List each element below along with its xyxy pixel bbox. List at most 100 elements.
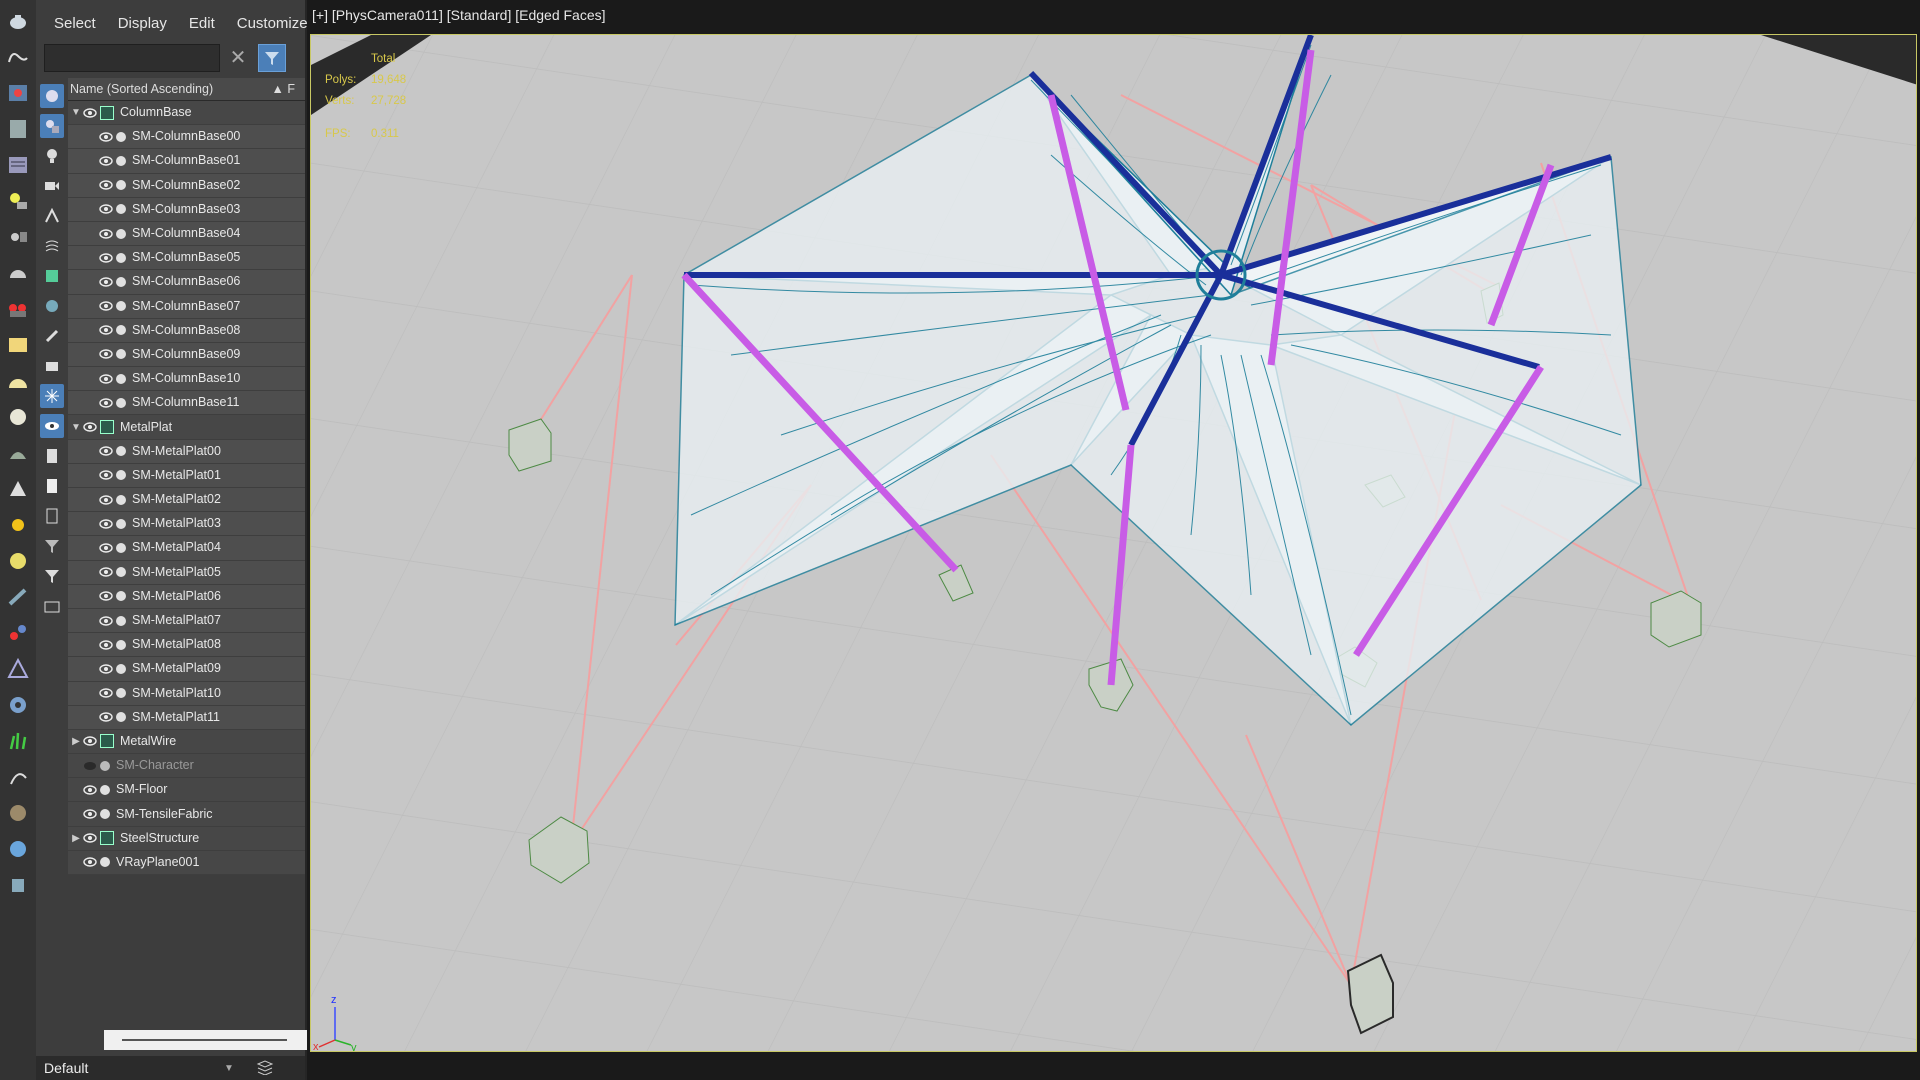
display-page-icon[interactable] <box>40 474 64 498</box>
teapot-icon[interactable] <box>3 6 33 36</box>
display-document-icon[interactable] <box>40 444 64 468</box>
tree-row-child[interactable]: SM-MetalPlat04 <box>68 536 305 561</box>
eye-icon[interactable] <box>98 228 114 240</box>
folder-icon[interactable] <box>40 594 64 618</box>
eye-icon[interactable] <box>98 711 114 723</box>
filter-icon[interactable] <box>258 44 286 72</box>
scene-explorer-icon[interactable] <box>3 150 33 180</box>
eye-icon[interactable] <box>82 107 98 119</box>
scroll-indicator[interactable] <box>122 1039 287 1041</box>
display-xrefs-icon[interactable] <box>40 294 64 318</box>
render-frame-icon[interactable] <box>3 78 33 108</box>
tree-row-child[interactable]: SM-ColumnBase03 <box>68 197 305 222</box>
gear-icon[interactable] <box>3 690 33 720</box>
clear-search-icon[interactable]: ✕ <box>226 46 250 70</box>
tree-row-child[interactable]: SM-MetalPlat00 <box>68 439 305 464</box>
eye-icon[interactable] <box>98 276 114 288</box>
tree-row-child[interactable]: SM-ColumnBase06 <box>68 270 305 295</box>
eye-icon[interactable] <box>82 856 98 868</box>
eye-icon[interactable] <box>98 300 114 312</box>
tree-row-child[interactable]: SM-ColumnBase05 <box>68 246 305 271</box>
tree-row[interactable]: SM-Floor <box>68 778 305 803</box>
eye-icon[interactable] <box>98 203 114 215</box>
display-cameras-icon[interactable] <box>40 174 64 198</box>
eye-icon[interactable] <box>82 735 98 747</box>
scene-render[interactable]: z x y <box>311 35 1917 1052</box>
tree-row-child[interactable]: SM-MetalPlat05 <box>68 560 305 585</box>
tree-row-child[interactable]: SM-MetalPlat10 <box>68 681 305 706</box>
menu-display[interactable]: Display <box>118 15 167 32</box>
eye-icon[interactable] <box>98 615 114 627</box>
tree-row-child[interactable]: SM-MetalPlat08 <box>68 633 305 658</box>
tree-row[interactable]: SM-Character <box>68 754 305 779</box>
viewport-label[interactable]: [+] [PhysCamera011] [Standard] [Edged Fa… <box>312 7 606 23</box>
sphere-light-icon[interactable] <box>3 546 33 576</box>
display-geometry-icon[interactable] <box>40 114 64 138</box>
pine-icon[interactable] <box>3 438 33 468</box>
grid-icon[interactable] <box>3 582 33 612</box>
tree-row-child[interactable]: SM-MetalPlat09 <box>68 657 305 682</box>
tree-row-child[interactable]: SM-ColumnBase10 <box>68 367 305 392</box>
tree-row-child[interactable]: SM-ColumnBase00 <box>68 125 305 150</box>
material-editor-icon[interactable] <box>3 114 33 144</box>
filter-funnel-icon[interactable] <box>40 534 64 558</box>
collapse-arrow-icon[interactable]: ▼ <box>70 101 82 124</box>
eye-icon[interactable] <box>98 348 114 360</box>
tree-row[interactable]: SM-TensileFabric <box>68 802 305 827</box>
tree-row[interactable]: VRayPlane001 <box>68 850 305 875</box>
tree-row-child[interactable]: SM-ColumnBase07 <box>68 294 305 319</box>
globe-icon[interactable] <box>3 834 33 864</box>
eye-icon[interactable] <box>98 518 114 530</box>
grass-icon[interactable] <box>3 726 33 756</box>
tree-row-child[interactable]: SM-MetalPlat02 <box>68 488 305 513</box>
eye-icon[interactable] <box>98 590 114 602</box>
helper-icon[interactable] <box>3 654 33 684</box>
track-view-icon[interactable] <box>3 222 33 252</box>
eye-icon[interactable] <box>98 542 114 554</box>
display-spacewarps-icon[interactable] <box>40 234 64 258</box>
eye-icon[interactable] <box>98 252 114 264</box>
figure-icon[interactable] <box>3 870 33 900</box>
shape-icon[interactable] <box>3 42 33 72</box>
eye-icon[interactable] <box>82 784 98 796</box>
tree-row-child[interactable]: SM-ColumnBase04 <box>68 221 305 247</box>
viewport[interactable]: [+] [PhysCamera011] [Standard] [Edged Fa… <box>307 0 1920 1080</box>
dome-icon[interactable] <box>3 366 33 396</box>
eye-icon[interactable] <box>82 421 98 433</box>
tree-row-child[interactable]: SM-ColumnBase01 <box>68 149 305 174</box>
tree-row-child[interactable]: SM-MetalPlat07 <box>68 608 305 634</box>
tree-row-child[interactable]: SM-MetalPlat01 <box>68 463 305 488</box>
search-input[interactable] <box>44 44 220 72</box>
eye-icon[interactable] <box>98 397 114 409</box>
menu-select[interactable]: Select <box>54 15 96 32</box>
eye-icon[interactable] <box>98 566 114 578</box>
display-helpers-icon[interactable] <box>40 204 64 228</box>
video-post-icon[interactable] <box>3 294 33 324</box>
pattern-icon[interactable] <box>3 798 33 828</box>
layer-name[interactable]: Default <box>36 1060 214 1076</box>
tree-row-child[interactable]: SM-MetalPlat11 <box>68 705 305 730</box>
display-groups-icon[interactable] <box>40 264 64 288</box>
display-list-icon[interactable] <box>40 504 64 528</box>
eye-icon[interactable] <box>98 373 114 385</box>
eye-icon[interactable] <box>98 445 114 457</box>
display-lights-icon[interactable] <box>40 144 64 168</box>
eye-icon[interactable] <box>98 494 114 506</box>
molecule-icon[interactable] <box>3 618 33 648</box>
hemisphere-icon[interactable] <box>3 258 33 288</box>
display-all-icon[interactable] <box>40 84 64 108</box>
tree-row[interactable]: ▼ MetalPlat <box>68 415 305 440</box>
eye-icon[interactable] <box>98 687 114 699</box>
menu-edit[interactable]: Edit <box>189 15 215 32</box>
display-hidden-icon[interactable] <box>40 414 64 438</box>
light-lister-icon[interactable] <box>3 186 33 216</box>
tree-row-child[interactable]: SM-MetalPlat06 <box>68 584 305 609</box>
eye-icon[interactable] <box>98 131 114 143</box>
cone-icon[interactable] <box>3 474 33 504</box>
tree-row-child[interactable]: SM-ColumnBase09 <box>68 342 305 368</box>
display-bones-icon[interactable] <box>40 324 64 348</box>
expand-arrow-icon[interactable]: ▶ <box>70 730 82 753</box>
filter-funnel-alt-icon[interactable] <box>40 564 64 588</box>
layer-selector[interactable]: Default ▼ <box>36 1056 305 1080</box>
viewport-canvas[interactable]: z x y Total Polys: 19,648 Verts: 27,728 FP… <box>310 34 1917 1052</box>
